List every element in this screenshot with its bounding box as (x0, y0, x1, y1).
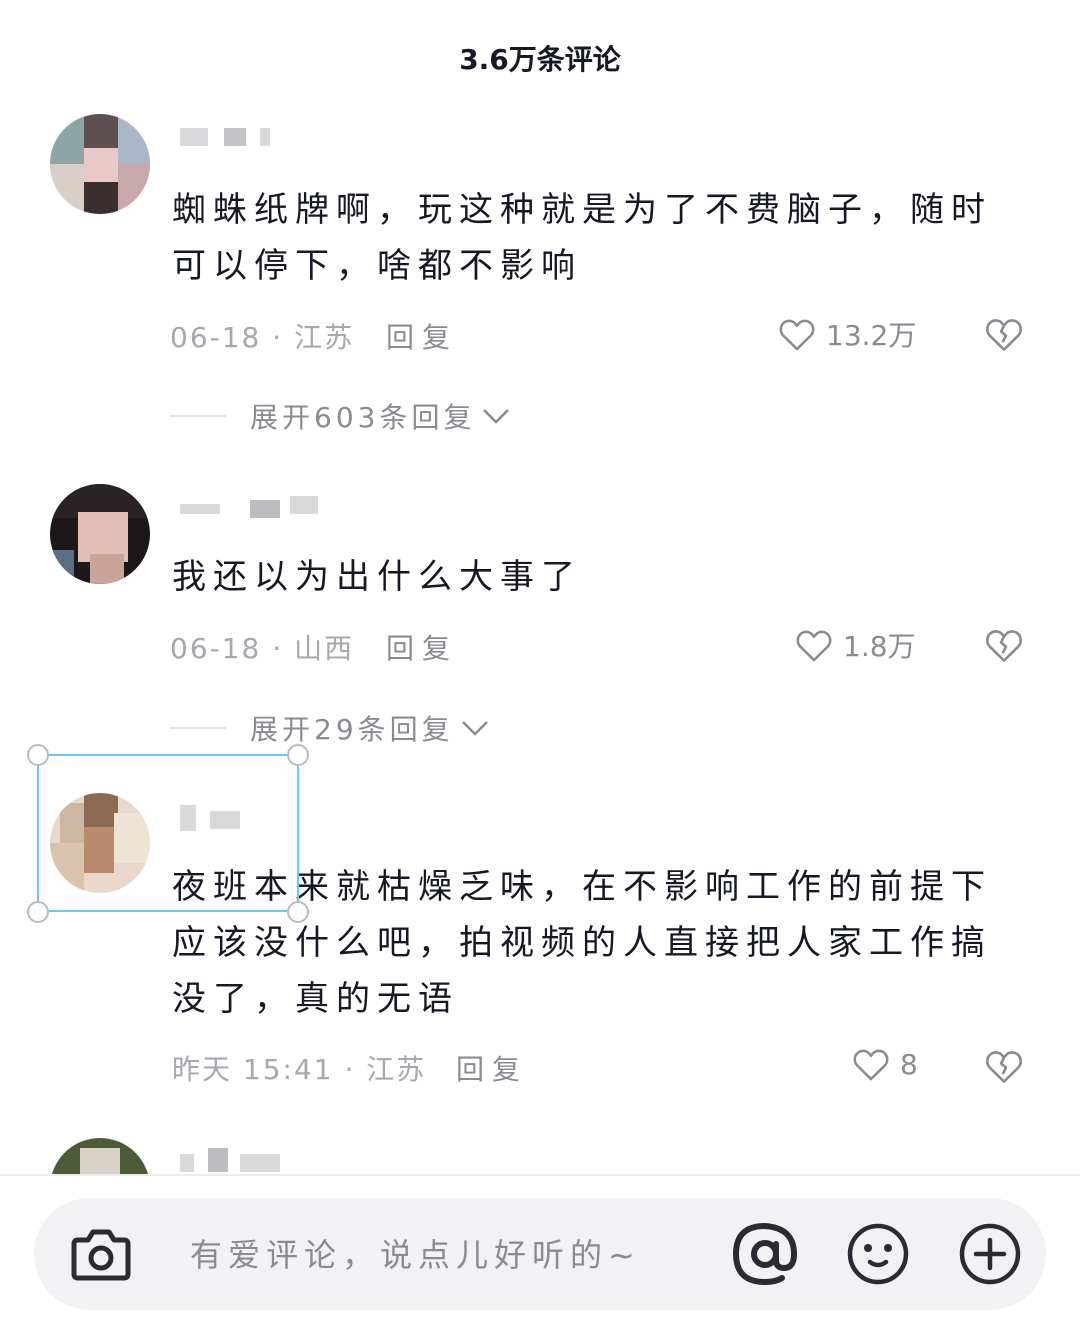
heart-icon (779, 319, 815, 351)
selection-handle[interactable] (287, 744, 309, 766)
heart-icon (853, 1049, 889, 1081)
heart-icon (796, 630, 832, 662)
selection-handle[interactable] (287, 901, 309, 923)
dislike-button[interactable] (984, 1048, 1024, 1088)
avatar[interactable] (50, 484, 150, 584)
emoji-icon[interactable] (846, 1222, 910, 1290)
divider-line (170, 415, 226, 417)
selection-handle[interactable] (27, 744, 49, 766)
like-button[interactable]: 8 (852, 1046, 918, 1082)
dislike-button[interactable] (984, 316, 1024, 356)
comment-text: 蜘蛛纸牌啊，玩这种就是为了不费脑子，随时可以停下，啥都不影响 (172, 190, 992, 286)
comment-input-placeholder[interactable]: 有爱评论，说点儿好听的~ (190, 1230, 641, 1276)
add-icon[interactable] (958, 1222, 1022, 1290)
chevron-down-icon (483, 409, 510, 424)
divider-line (170, 727, 226, 729)
like-count: 8 (900, 1047, 918, 1081)
like-count: 13.2万 (826, 319, 917, 352)
selection-handle[interactable] (27, 901, 49, 923)
username-blurred[interactable] (180, 122, 340, 152)
broken-heart-icon (985, 1051, 1023, 1083)
chevron-down-icon (461, 721, 488, 736)
reply-button[interactable]: 回复 (386, 627, 458, 667)
dislike-button[interactable] (984, 627, 1024, 667)
comment-text: 夜班本来就枯燥乏味，在不影响工作的前提下应该没什么吧，拍视频的人直接把人家工作搞… (172, 867, 992, 1019)
at-icon[interactable] (732, 1222, 798, 1290)
expand-replies[interactable]: 展开29条回复 (170, 708, 490, 748)
username-blurred[interactable] (180, 494, 340, 524)
comment-meta: 昨天 15:41 · 江苏 (172, 1053, 427, 1086)
reply-button[interactable]: 回复 (456, 1048, 528, 1088)
avatar[interactable] (50, 114, 150, 214)
divider (0, 1174, 1080, 1176)
selection-box[interactable] (37, 754, 299, 912)
like-button[interactable]: 1.8万 (795, 625, 916, 665)
expand-replies[interactable]: 展开603条回复 (170, 396, 511, 436)
expand-label: 展开603条回复 (250, 401, 476, 434)
comment-meta: 06-18 · 山西 (170, 632, 355, 665)
like-button[interactable]: 13.2万 (778, 314, 916, 354)
like-count: 1.8万 (843, 630, 916, 663)
comment-text: 我还以为出什么大事了 (172, 557, 582, 597)
page-title: 3.6万条评论 (459, 43, 621, 76)
expand-label: 展开29条回复 (250, 713, 454, 746)
camera-icon[interactable] (70, 1224, 132, 1286)
broken-heart-icon (985, 630, 1023, 662)
broken-heart-icon (985, 319, 1023, 351)
comment-meta: 06-18 · 江苏 (170, 321, 355, 354)
reply-button[interactable]: 回复 (386, 316, 458, 356)
